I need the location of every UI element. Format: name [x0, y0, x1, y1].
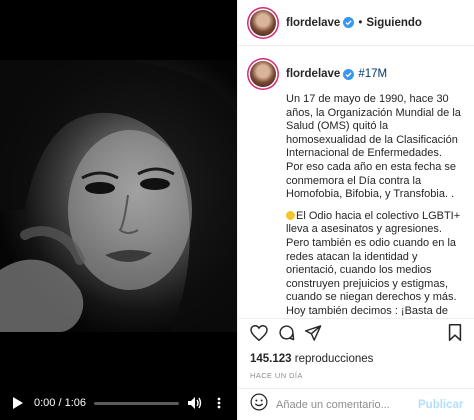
- caption-paragraph-2-text: El Odio hacia el colectivo LGBTI+ lleva …: [286, 209, 461, 317]
- comment-form: Publicar: [238, 388, 474, 420]
- views-label: reproducciones: [294, 353, 374, 365]
- post-side-panel: flordelave • Siguiendo flordelave #17M U…: [237, 0, 474, 420]
- video-controls: 0:00 / 1:06: [0, 386, 237, 420]
- comment-input[interactable]: [276, 398, 418, 411]
- caption-avatar[interactable]: [250, 61, 276, 87]
- verified-badge-icon: [343, 17, 355, 28]
- play-icon[interactable]: [10, 395, 26, 411]
- video-progress-bar[interactable]: [94, 401, 179, 405]
- volume-icon[interactable]: [187, 395, 203, 411]
- heart-icon[interactable]: [250, 324, 268, 346]
- hashtag-link[interactable]: #17M: [358, 68, 387, 80]
- caption-paragraph-2: El Odio hacia el colectivo LGBTI+ lleva …: [286, 210, 462, 317]
- header-username[interactable]: flordelave: [286, 17, 340, 29]
- caption-username[interactable]: flordelave: [286, 68, 340, 80]
- comment-icon[interactable]: [278, 324, 295, 346]
- verified-badge-icon: [343, 68, 355, 80]
- publish-button[interactable]: Publicar: [418, 399, 463, 411]
- post-header: flordelave • Siguiendo: [238, 0, 474, 46]
- emoji-icon[interactable]: [250, 393, 268, 416]
- portrait-image: [0, 60, 237, 332]
- caption-text: Un 17 de mayo de 1990, hace 30 años, la …: [286, 93, 462, 317]
- avatar[interactable]: [250, 9, 276, 36]
- video-player[interactable]: 0:00 / 1:06: [0, 0, 237, 420]
- views-number: 145.123: [250, 353, 292, 365]
- header-separator: •: [358, 16, 363, 29]
- action-icons: [250, 319, 462, 351]
- post-actions: 145.123 reproducciones Hace un día: [238, 318, 474, 380]
- video-time: 0:00 / 1:06: [34, 397, 86, 409]
- post-time-ago[interactable]: Hace un día: [250, 371, 462, 380]
- following-button[interactable]: Siguiendo: [366, 17, 422, 29]
- caption-area: flordelave #17M Un 17 de mayo de 1990, h…: [238, 47, 474, 317]
- views-count[interactable]: 145.123 reproducciones: [250, 353, 462, 365]
- caption-paragraph-1: Un 17 de mayo de 1990, hace 30 años, la …: [286, 93, 461, 201]
- more-vertical-icon[interactable]: [211, 395, 227, 411]
- bookmark-icon[interactable]: [448, 324, 462, 346]
- sun-emoji-icon: [286, 210, 295, 220]
- paper-plane-icon[interactable]: [305, 324, 322, 346]
- caption-header: flordelave #17M: [250, 61, 462, 87]
- video-frame-portrait[interactable]: [0, 60, 237, 332]
